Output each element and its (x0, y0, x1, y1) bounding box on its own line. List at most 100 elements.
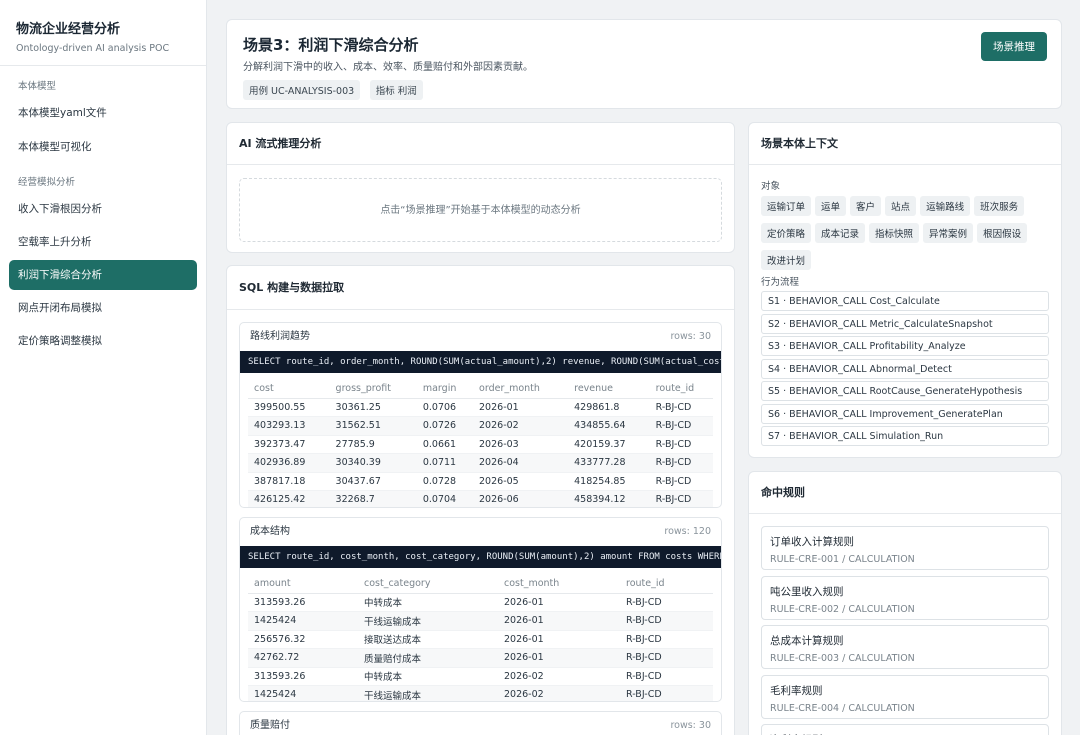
sql-card: SQL 构建与数据拉取 路线利润趋势 rows: 30 SELECT route… (226, 265, 735, 735)
behavior-step[interactable]: S6 · BEHAVIOR_CALL Improvement_GenerateP… (761, 403, 1049, 424)
rule-code: RULE-CRE-002 / CALCULATION (770, 603, 915, 615)
hit-rules-card: 命中规则 订单收入计算规则 RULE-CRE-001 / CALCULATION 吨… (748, 471, 1062, 735)
table-cell: 0.0728 (416, 472, 474, 491)
table-cell: 中转成本 (358, 593, 498, 612)
table-row: 399500.55 30361.25 0.0706 2026-01 429861.8 R-… (248, 398, 713, 417)
table-cell: 2026-03 (473, 435, 569, 454)
table-cell: R-BJ-CD (649, 416, 713, 436)
sidebar-item-network-layout[interactable]: 网点开闭布局模拟 (0, 293, 206, 323)
table-cell: 0.0711 (416, 453, 474, 473)
table-cell: 2026-02 (473, 416, 569, 436)
column-header: order_month (473, 379, 569, 399)
scene-card: 场景3：利润下滑综合分析 分解利润下滑中的收入、成本、效率、质量赔付和外部因素贡… (226, 19, 1062, 109)
column-header: amount (248, 574, 358, 594)
behavior-step[interactable]: S1 · BEHAVIOR_CALL Cost_Calculate (761, 291, 1049, 311)
tag-metric: 指标 利润 (369, 80, 423, 100)
sql-query: SELECT route_id, cost_month, cost_catego… (240, 546, 721, 568)
object-chip[interactable]: 成本记录 (815, 223, 866, 243)
table-cell: 403293.13 (248, 416, 330, 436)
table-cell: 2026-01 (498, 593, 620, 612)
table-cell: 426125.42 (248, 490, 330, 507)
scene-description: 分解利润下滑中的收入、成本、效率、质量赔付和外部因素贡献。 (243, 62, 533, 73)
table-cell: R-BJ-CD (649, 398, 713, 417)
column-header: cost_category (358, 574, 498, 594)
rule-item[interactable]: 净利率规则 (761, 724, 1049, 735)
table-row: 256576.32 接取送达成本 2026-01 R-BJ-CD (248, 630, 713, 649)
result-table-cost-structure: amount cost_category cost_month route_id… (248, 574, 713, 701)
scene-tags: 用例 UC-ANALYSIS-003 指标 利润 (243, 80, 429, 100)
table-cell: 2026-01 (498, 630, 620, 649)
object-chip[interactable]: 运单 (815, 196, 847, 216)
sidebar-item-revenue-decline[interactable]: 收入下滑根因分析 (0, 194, 206, 224)
table-row: 42762.72 质量赔付成本 2026-01 R-BJ-CD (248, 648, 713, 668)
ai-analysis-title: AI 流式推理分析 (227, 123, 734, 165)
behavior-step[interactable]: S3 · BEHAVIOR_CALL Profitability_Analyze (761, 336, 1049, 356)
table-cell: 30361.25 (329, 398, 417, 417)
object-chip[interactable]: 定价策略 (761, 223, 812, 243)
table-cell: 392373.47 (248, 435, 330, 454)
sql-block-header: 成本结构 rows: 120 (240, 518, 721, 546)
rule-item[interactable]: 毛利率规则 RULE-CRE-004 / CALCULATION (761, 674, 1049, 719)
rule-name: 吨公里收入规则 (770, 585, 844, 598)
app-title: 物流企业经营分析 (16, 22, 121, 37)
rule-item[interactable]: 订单收入计算规则 RULE-CRE-001 / CALCULATION (761, 526, 1049, 570)
behavior-flow: S1 · BEHAVIOR_CALL Cost_Calculate S2 · BE… (761, 291, 1049, 449)
behavior-step[interactable]: S4 · BEHAVIOR_CALL Abnormal_Detect (761, 358, 1049, 379)
table-cell: 31562.51 (329, 416, 417, 436)
object-chip[interactable]: 指标快照 (869, 223, 920, 243)
rule-item[interactable]: 总成本计算规则 RULE-CRE-003 / CALCULATION (761, 625, 1049, 669)
object-chip[interactable]: 改进计划 (761, 250, 812, 270)
behavior-step[interactable]: S7 · BEHAVIOR_CALL Simulation_Run (761, 426, 1049, 446)
tag-usecase: 用例 UC-ANALYSIS-003 (243, 80, 361, 100)
sidebar-item-pricing-strategy[interactable]: 定价策略调整模拟 (0, 326, 206, 356)
table-row: 402936.89 30340.39 0.0711 2026-04 433777.28 R… (248, 453, 713, 473)
sidebar-item-profit-decline[interactable]: 利润下滑综合分析 (9, 260, 197, 290)
table-row: 313593.26 中转成本 2026-02 R-BJ-CD (248, 667, 713, 686)
object-chip[interactable]: 运输路线 (920, 196, 971, 216)
object-chip[interactable]: 站点 (885, 196, 917, 216)
rule-name: 毛利率规则 (770, 684, 823, 697)
table-cell: 30340.39 (329, 453, 417, 473)
sidebar-item-ontology-visual[interactable]: 本体模型可视化 (0, 132, 206, 162)
object-chip[interactable]: 客户 (850, 196, 882, 216)
table-cell: 2026-04 (473, 453, 569, 473)
table-cell: 2026-02 (498, 667, 620, 686)
column-header: gross_profit (329, 379, 417, 399)
nav-section-ontology: 本体模型 (18, 81, 57, 92)
rule-code: RULE-CRE-003 / CALCULATION (770, 653, 915, 664)
ontology-context-title: 场景本体上下文 (749, 123, 1061, 165)
sql-block-header: 质量赔付 rows: 30 (240, 712, 721, 735)
table-cell: 0.0661 (416, 435, 474, 454)
table-cell: 干线运输成本 (358, 611, 498, 631)
rule-code: RULE-CRE-001 / CALCULATION (770, 554, 915, 565)
object-chip[interactable]: 运输订单 (761, 196, 812, 216)
column-header: margin (416, 379, 474, 399)
table-cell: 中转成本 (358, 667, 498, 686)
flow-label: 行为流程 (761, 277, 800, 288)
sql-block-name: 路线利润趋势 (250, 331, 310, 342)
sidebar-item-empty-load[interactable]: 空载率上升分析 (0, 227, 206, 257)
sidebar-item-ontology-yaml[interactable]: 本体模型yaml文件 (0, 98, 206, 128)
table-cell: 2026-01 (498, 648, 620, 668)
sql-block-name: 成本结构 (250, 526, 290, 537)
table-cell: 1425424 (248, 685, 358, 701)
table-cell: R-BJ-CD (620, 630, 713, 649)
column-header: revenue (568, 379, 650, 399)
sql-block-route-profit: 路线利润趋势 rows: 30 SELECT route_id, order_m… (239, 322, 722, 508)
table-cell: 387817.18 (248, 472, 330, 491)
sql-card-title: SQL 构建与数据拉取 (227, 266, 734, 310)
object-chip[interactable]: 根因假设 (977, 223, 1028, 243)
scene-reasoning-button[interactable]: 场景推理 (981, 32, 1047, 61)
rule-item[interactable]: 吨公里收入规则 RULE-CRE-002 / CALCULATION (761, 575, 1049, 620)
behavior-step[interactable]: S5 · BEHAVIOR_CALL RootCause_GenerateHyp… (761, 381, 1049, 401)
sql-block-rows: rows: 30 (670, 331, 711, 342)
object-chip[interactable]: 班次服务 (974, 196, 1025, 216)
table-cell: 0.0706 (416, 398, 474, 417)
table-cell: 458394.12 (568, 490, 650, 507)
table-cell: 1425424 (248, 611, 358, 631)
behavior-step[interactable]: S2 · BEHAVIOR_CALL Metric_CalculateSnaps… (761, 313, 1049, 334)
table-cell: 27785.9 (329, 435, 417, 454)
sidebar: 物流企业经营分析 Ontology-driven AI analysis POC… (0, 0, 207, 735)
object-chip[interactable]: 异常案例 (923, 223, 974, 243)
table-cell: 0.0704 (416, 490, 474, 507)
